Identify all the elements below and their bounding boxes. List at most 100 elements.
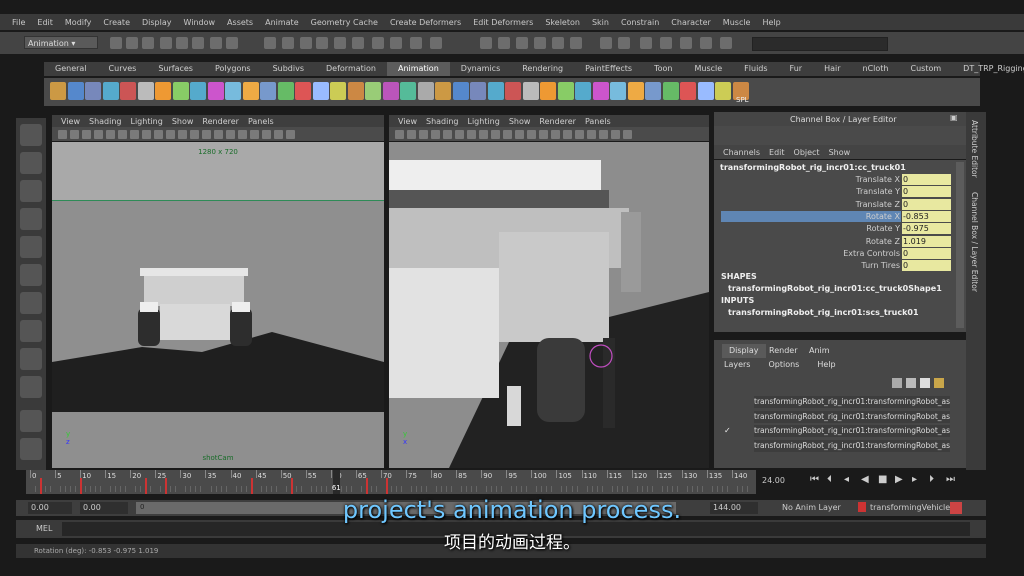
menu-muscle[interactable]: Muscle (723, 18, 751, 27)
keyframe-marker[interactable] (80, 478, 83, 494)
status-tool-icon[interactable] (700, 37, 712, 49)
shelf-tool-icon[interactable] (487, 82, 504, 100)
keyframe-marker[interactable] (385, 478, 388, 494)
shelf-tab-surfaces[interactable]: Surfaces (147, 62, 204, 76)
shelf-tool-icon[interactable] (592, 82, 609, 100)
viewport-toolbar-icon[interactable] (106, 130, 115, 139)
status-tool-icon[interactable] (552, 37, 564, 49)
playback-button[interactable]: ⏴ (827, 474, 832, 485)
status-tool-icon[interactable] (680, 37, 692, 49)
status-tool-icon[interactable] (160, 37, 172, 49)
status-tool-icon[interactable] (334, 37, 346, 49)
status-tool-icon[interactable] (282, 37, 294, 49)
viewport-menu-renderer[interactable]: Renderer (539, 117, 576, 126)
shelf-tool-icon[interactable] (470, 82, 486, 100)
shelf-tool-icon[interactable] (365, 82, 381, 100)
viewport-menu-show[interactable]: Show (509, 117, 531, 126)
status-tool-icon[interactable] (390, 37, 402, 49)
viewport-menu-panels[interactable]: Panels (248, 117, 274, 126)
status-tool-icon[interactable] (516, 37, 528, 49)
status-tool-icon[interactable] (352, 37, 364, 49)
menu-create-deformers[interactable]: Create Deformers (390, 18, 461, 27)
shelf-tool-icon[interactable] (155, 82, 171, 100)
attribute-label[interactable]: Rotate Z (760, 237, 900, 246)
status-tool-icon[interactable] (372, 37, 384, 49)
viewport-toolbar-icon[interactable] (611, 130, 620, 139)
tool-button[interactable] (20, 264, 42, 286)
shelf-tool-icon[interactable] (120, 82, 136, 100)
shelf-tool-icon[interactable] (400, 82, 416, 100)
shelf-tool-icon[interactable] (277, 82, 294, 100)
attribute-value-field[interactable]: 0 (902, 260, 951, 272)
tool-button[interactable] (20, 410, 42, 432)
keyframe-marker[interactable] (365, 478, 368, 494)
shelf-tab-dynamics[interactable]: Dynamics (450, 62, 511, 76)
channel-menu-show[interactable]: Show (829, 148, 851, 157)
shelf-tool-icon[interactable] (417, 82, 434, 100)
menu-modify[interactable]: Modify (65, 18, 92, 27)
viewport-menu-show[interactable]: Show (172, 117, 194, 126)
playback-button[interactable]: ▶ (895, 474, 903, 485)
attribute-label[interactable]: Turn Tires (760, 261, 900, 270)
tool-button[interactable] (20, 348, 42, 370)
viewport-toolbar-icon[interactable] (286, 130, 295, 139)
menu-file[interactable]: File (12, 18, 25, 27)
layer-tab-anim[interactable]: Anim (802, 344, 837, 358)
shelf-tool-icon[interactable] (557, 82, 574, 100)
viewport-toolbar-icon[interactable] (190, 130, 199, 139)
viewport-toolbar-icon[interactable] (575, 130, 584, 139)
menu-display[interactable]: Display (142, 18, 172, 27)
viewport-toolbar-icon[interactable] (82, 130, 91, 139)
viewport-toolbar-icon[interactable] (431, 130, 440, 139)
status-tool-icon[interactable] (498, 37, 510, 49)
shelf-tool-icon[interactable] (330, 82, 346, 100)
shelf-tab-dt-trp-rigging[interactable]: DT_TRP_Rigging (952, 62, 1024, 76)
layer-menu-help[interactable]: Help (817, 360, 835, 372)
viewport-toolbar-icon[interactable] (539, 130, 548, 139)
layer-display-icon[interactable] (934, 378, 944, 388)
status-tool-icon[interactable] (226, 37, 238, 49)
new-layer-icon[interactable] (892, 378, 902, 388)
viewport-toolbar-icon[interactable] (274, 130, 283, 139)
channel-menu-object[interactable]: Object (794, 148, 820, 157)
viewport-toolbar-icon[interactable] (142, 130, 151, 139)
playback-button[interactable]: ▸ (912, 474, 917, 485)
shelf-tool-icon[interactable] (242, 82, 259, 100)
playback-button[interactable]: ⏮ (810, 474, 819, 485)
menu-geometry-cache[interactable]: Geometry Cache (311, 18, 378, 27)
viewport-toolbar-icon[interactable] (515, 130, 524, 139)
shelf-tab-hair[interactable]: Hair (813, 62, 851, 76)
shelf-tool-icon[interactable] (137, 82, 154, 100)
tool-button[interactable] (20, 236, 42, 258)
viewport-toolbar-icon[interactable] (214, 130, 223, 139)
shelf-tool-icon[interactable] (505, 82, 521, 100)
playback-button[interactable]: ⏭ (946, 474, 955, 485)
status-tool-icon[interactable] (142, 37, 154, 49)
viewport-toolbar-icon[interactable] (479, 130, 488, 139)
menu-edit[interactable]: Edit (37, 18, 53, 27)
shelf-tool-icon[interactable] (207, 82, 224, 100)
channel-menu-edit[interactable]: Edit (769, 148, 785, 157)
viewport-toolbar-icon[interactable] (250, 130, 259, 139)
status-tool-icon[interactable] (600, 37, 612, 49)
shelf-tool-icon[interactable] (382, 82, 399, 100)
right-viewport[interactable]: yx (389, 142, 709, 468)
shelf-tab-custom[interactable]: Custom (900, 62, 953, 76)
panel-float-icon[interactable]: ▣ (950, 113, 958, 122)
status-tool-icon[interactable] (264, 37, 276, 49)
status-tool-icon[interactable] (410, 37, 422, 49)
keyframe-marker[interactable] (250, 478, 253, 494)
viewport-toolbar-icon[interactable] (178, 130, 187, 139)
viewport-toolbar-icon[interactable] (70, 130, 79, 139)
keyframe-marker[interactable] (145, 478, 148, 494)
keyframe-marker[interactable] (40, 478, 43, 494)
left-viewport[interactable]: 1280 x 720 shotCam yz (52, 142, 384, 468)
layer-row[interactable]: transformingRobot_rig_incr01:transformin… (754, 425, 950, 437)
attribute-label[interactable]: Translate Y (760, 187, 900, 196)
shelf-tool-icon[interactable] (715, 82, 731, 100)
shelf-tool-icon[interactable] (190, 82, 206, 100)
tool-button[interactable] (20, 124, 42, 146)
attribute-label[interactable]: Rotate Y (760, 224, 900, 233)
viewport-menu-view[interactable]: View (61, 117, 80, 126)
shelf-tab-rendering[interactable]: Rendering (511, 62, 574, 76)
